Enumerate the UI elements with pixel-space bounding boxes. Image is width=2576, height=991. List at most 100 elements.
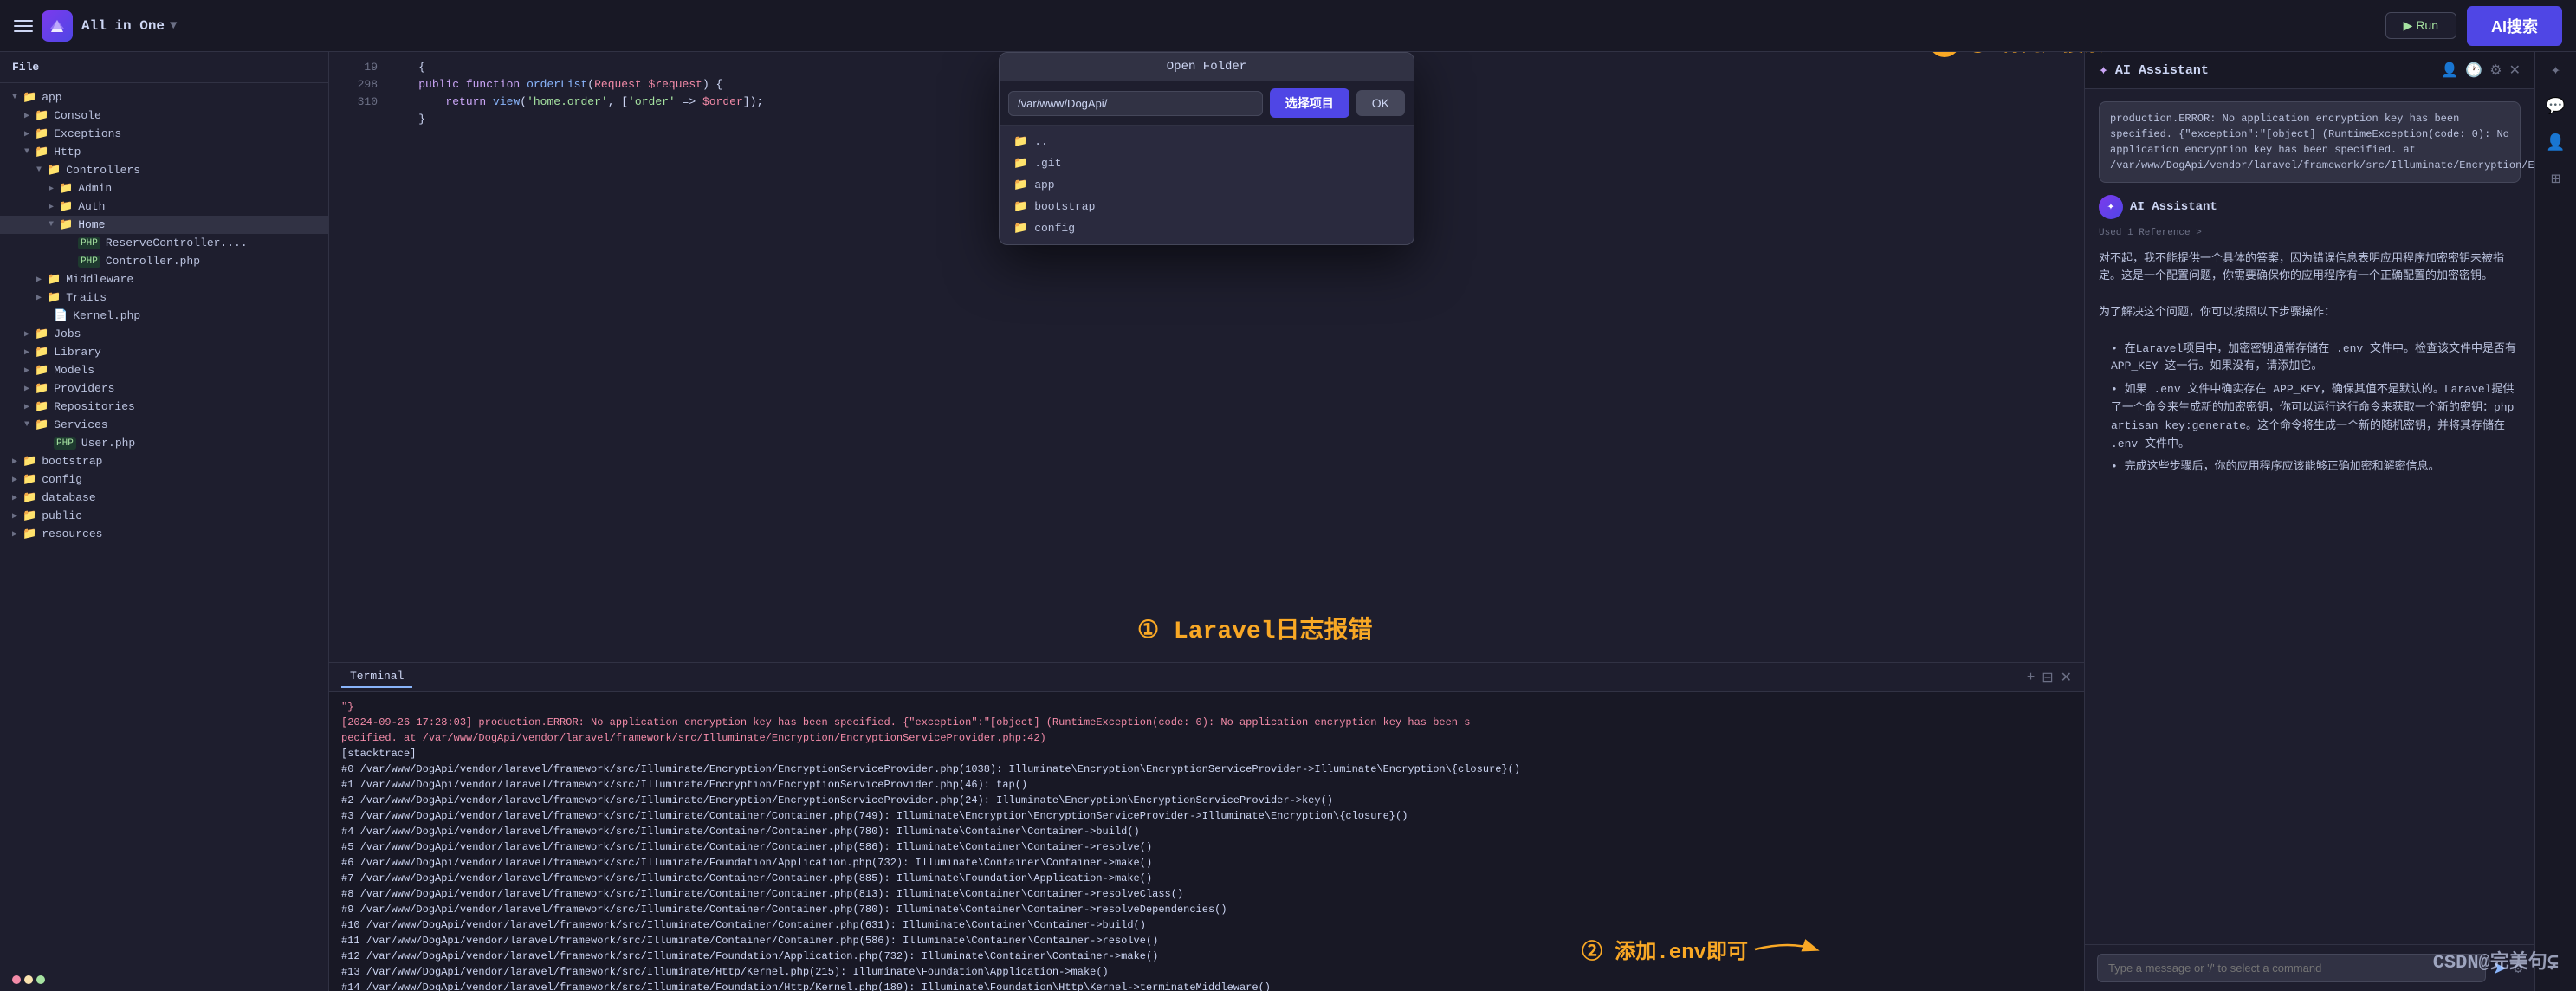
arrow-icon xyxy=(2111,52,2180,55)
top-bar: All in One ▼ ▶ Run AI搜索 xyxy=(0,0,2576,52)
chevron-icon: ▶ xyxy=(24,111,29,121)
terminal-line: "} xyxy=(341,699,2072,715)
folder-icon: 📁 xyxy=(1013,200,1027,213)
sidebar-item-app[interactable]: ▼ 📁 app xyxy=(0,88,328,107)
sidebar-item-models[interactable]: ▶ 📁 Models xyxy=(0,361,328,379)
sidebar-item-console[interactable]: ▶ 📁 Console xyxy=(0,107,328,125)
chevron-icon: ▼ xyxy=(12,93,17,102)
ai-panel-header: ✦ AI Assistant 👤 🕐 ⚙ ✕ xyxy=(2085,52,2534,89)
terminal-line: #4 /var/www/DogApi/vendor/laravel/framew… xyxy=(341,824,2072,839)
ai-response-body: 为了解决这个问题，你可以按照以下步骤操作： xyxy=(2099,304,2521,322)
chevron-icon: ▶ xyxy=(24,384,29,394)
ai-clock-button[interactable]: 🕐 xyxy=(2465,62,2482,79)
sidebar-item-userphp[interactable]: PHP User.php xyxy=(0,434,328,452)
chevron-icon: ▶ xyxy=(36,293,42,303)
dialog-select-button[interactable]: 选择项目 xyxy=(1270,88,1349,118)
chevron-icon: ▶ xyxy=(12,529,17,540)
dialog-file-item[interactable]: 📁 bootstrap xyxy=(1000,196,1414,217)
ai-message-input[interactable] xyxy=(2097,954,2486,982)
annotation-1-group: 🔔 ① 将问题搜索 xyxy=(1929,52,2180,57)
folder-icon: 📁 xyxy=(1013,178,1027,191)
sidebar-item-services[interactable]: ▼ 📁 Services xyxy=(0,416,328,434)
php-icon: PHP xyxy=(54,437,76,450)
terminal-line: #5 /var/www/DogApi/vendor/laravel/framew… xyxy=(341,839,2072,855)
folder-icon: 📁 xyxy=(35,418,49,431)
ai-search-button[interactable]: AI搜索 xyxy=(2467,6,2562,46)
sidebar-item-auth[interactable]: ▶ 📁 Auth xyxy=(0,198,328,216)
sidebar-item-resources[interactable]: ▶ 📁 resources xyxy=(0,525,328,543)
sidebar-item-providers[interactable]: ▶ 📁 Providers xyxy=(0,379,328,398)
ai-right-icon[interactable]: ✦ xyxy=(2551,61,2560,80)
ai-settings-button[interactable]: ⚙ xyxy=(2489,62,2502,79)
folder-icon: 📁 xyxy=(35,146,49,159)
sidebar: File ▼ 📁 app ▶ 📁 Console ▶ 📁 Exceptions … xyxy=(0,52,329,991)
sidebar-item-public[interactable]: ▶ 📁 public xyxy=(0,507,328,525)
php-icon: PHP xyxy=(78,237,100,249)
sidebar-item-kernelphp[interactable]: 📄 Kernel.php xyxy=(0,307,328,325)
folder-icon: 📁 xyxy=(23,509,36,522)
sidebar-item-traits[interactable]: ▶ 📁 Traits xyxy=(0,288,328,307)
sidebar-item-controllers[interactable]: ▼ 📁 Controllers xyxy=(0,161,328,179)
ai-icon: ✦ xyxy=(2099,61,2108,80)
terminal-line: #10 /var/www/DogApi/vendor/laravel/frame… xyxy=(341,917,2072,933)
chevron-icon: ▼ xyxy=(49,220,54,230)
chevron-icon: ▶ xyxy=(12,493,17,503)
ai-assistant-name: AI Assistant xyxy=(2130,198,2217,217)
dialog-file-item[interactable]: 📁 .. xyxy=(1000,131,1414,152)
terminal-add-button[interactable]: + xyxy=(2027,670,2035,685)
dialog-title-bar: Open Folder xyxy=(1000,53,1414,81)
top-bar-left: All in One ▼ xyxy=(14,10,177,42)
terminal-line: #0 /var/www/DogApi/vendor/laravel/framew… xyxy=(341,761,2072,777)
sidebar-item-config[interactable]: ▶ 📁 config xyxy=(0,470,328,489)
sidebar-item-bootstrap[interactable]: ▶ 📁 bootstrap xyxy=(0,452,328,470)
dialog-path-input[interactable] xyxy=(1008,91,1263,116)
terminal-line: #13 /var/www/DogApi/vendor/laravel/frame… xyxy=(341,964,2072,980)
chevron-icon: ▶ xyxy=(12,475,17,485)
sidebar-item-database[interactable]: ▶ 📁 database xyxy=(0,489,328,507)
chevron-icon: ▶ xyxy=(24,347,29,358)
sidebar-item-repositories[interactable]: ▶ 📁 Repositories xyxy=(0,398,328,416)
terminal-line: pecified. at /var/www/DogApi/vendor/lara… xyxy=(341,730,2072,746)
sidebar-item-reservecontroller[interactable]: PHP ReserveController.... xyxy=(0,234,328,252)
terminal-split-button[interactable]: ⊟ xyxy=(2042,669,2053,686)
status-dot-yellow xyxy=(24,975,33,984)
ai-close-button[interactable]: ✕ xyxy=(2509,62,2521,79)
sidebar-item-jobs[interactable]: ▶ 📁 Jobs xyxy=(0,325,328,343)
grid-icon[interactable]: ⊞ xyxy=(2551,170,2560,189)
ai-response-header: ✦ AI Assistant xyxy=(2099,195,2521,219)
main-layout: File ▼ 📁 app ▶ 📁 Console ▶ 📁 Exceptions … xyxy=(0,52,2576,991)
ai-avatar: ✦ xyxy=(2099,195,2123,219)
person-icon[interactable]: 👤 xyxy=(2546,133,2565,152)
status-dots xyxy=(12,975,45,984)
run-button[interactable]: ▶ Run xyxy=(2385,12,2456,39)
status-dot-red xyxy=(12,975,21,984)
chevron-icon: ▶ xyxy=(49,202,54,212)
ai-bullet-1: • 在Laravel项目中，加密密钥通常存储在 .env 文件中。检查该文件中是… xyxy=(2111,340,2521,377)
folder-icon: 📁 xyxy=(23,528,36,541)
sidebar-item-controllorphp[interactable]: PHP Controller.php xyxy=(0,252,328,270)
dialog-file-item[interactable]: 📁 app xyxy=(1000,174,1414,196)
ai-content: production.ERROR: No application encrypt… xyxy=(2085,89,2534,944)
terminal-line: #3 /var/www/DogApi/vendor/laravel/framew… xyxy=(341,808,2072,824)
chat-icon[interactable]: 💬 xyxy=(2546,97,2565,116)
ai-person-button[interactable]: 👤 xyxy=(2441,62,2458,79)
folder-icon: 📁 xyxy=(35,364,49,377)
dialog-file-list: 📁 .. 📁 .git 📁 app 📁 bootstrap xyxy=(1000,126,1414,244)
menu-icon[interactable] xyxy=(14,16,33,36)
sidebar-item-http[interactable]: ▼ 📁 Http xyxy=(0,143,328,161)
dialog-ok-button[interactable]: OK xyxy=(1356,90,1405,116)
sidebar-item-exceptions[interactable]: ▶ 📁 Exceptions xyxy=(0,125,328,143)
file-icon: 📄 xyxy=(54,309,68,322)
ai-error-message: production.ERROR: No application encrypt… xyxy=(2099,101,2521,183)
terminal-close-button[interactable]: ✕ xyxy=(2061,669,2072,686)
terminal-tab[interactable]: Terminal xyxy=(341,666,412,688)
sidebar-item-home[interactable]: ▼ 📁 Home xyxy=(0,216,328,234)
dialog-file-item[interactable]: 📁 config xyxy=(1000,217,1414,239)
sidebar-item-middleware[interactable]: ▶ 📁 Middleware xyxy=(0,270,328,288)
sidebar-item-library[interactable]: ▶ 📁 Library xyxy=(0,343,328,361)
chevron-icon: ▼ xyxy=(36,165,42,175)
sidebar-item-admin[interactable]: ▶ 📁 Admin xyxy=(0,179,328,198)
dialog-file-item[interactable]: 📁 .git xyxy=(1000,152,1414,174)
ai-panel-controls: 👤 🕐 ⚙ ✕ xyxy=(2441,62,2521,79)
folder-icon: 📁 xyxy=(47,273,61,286)
